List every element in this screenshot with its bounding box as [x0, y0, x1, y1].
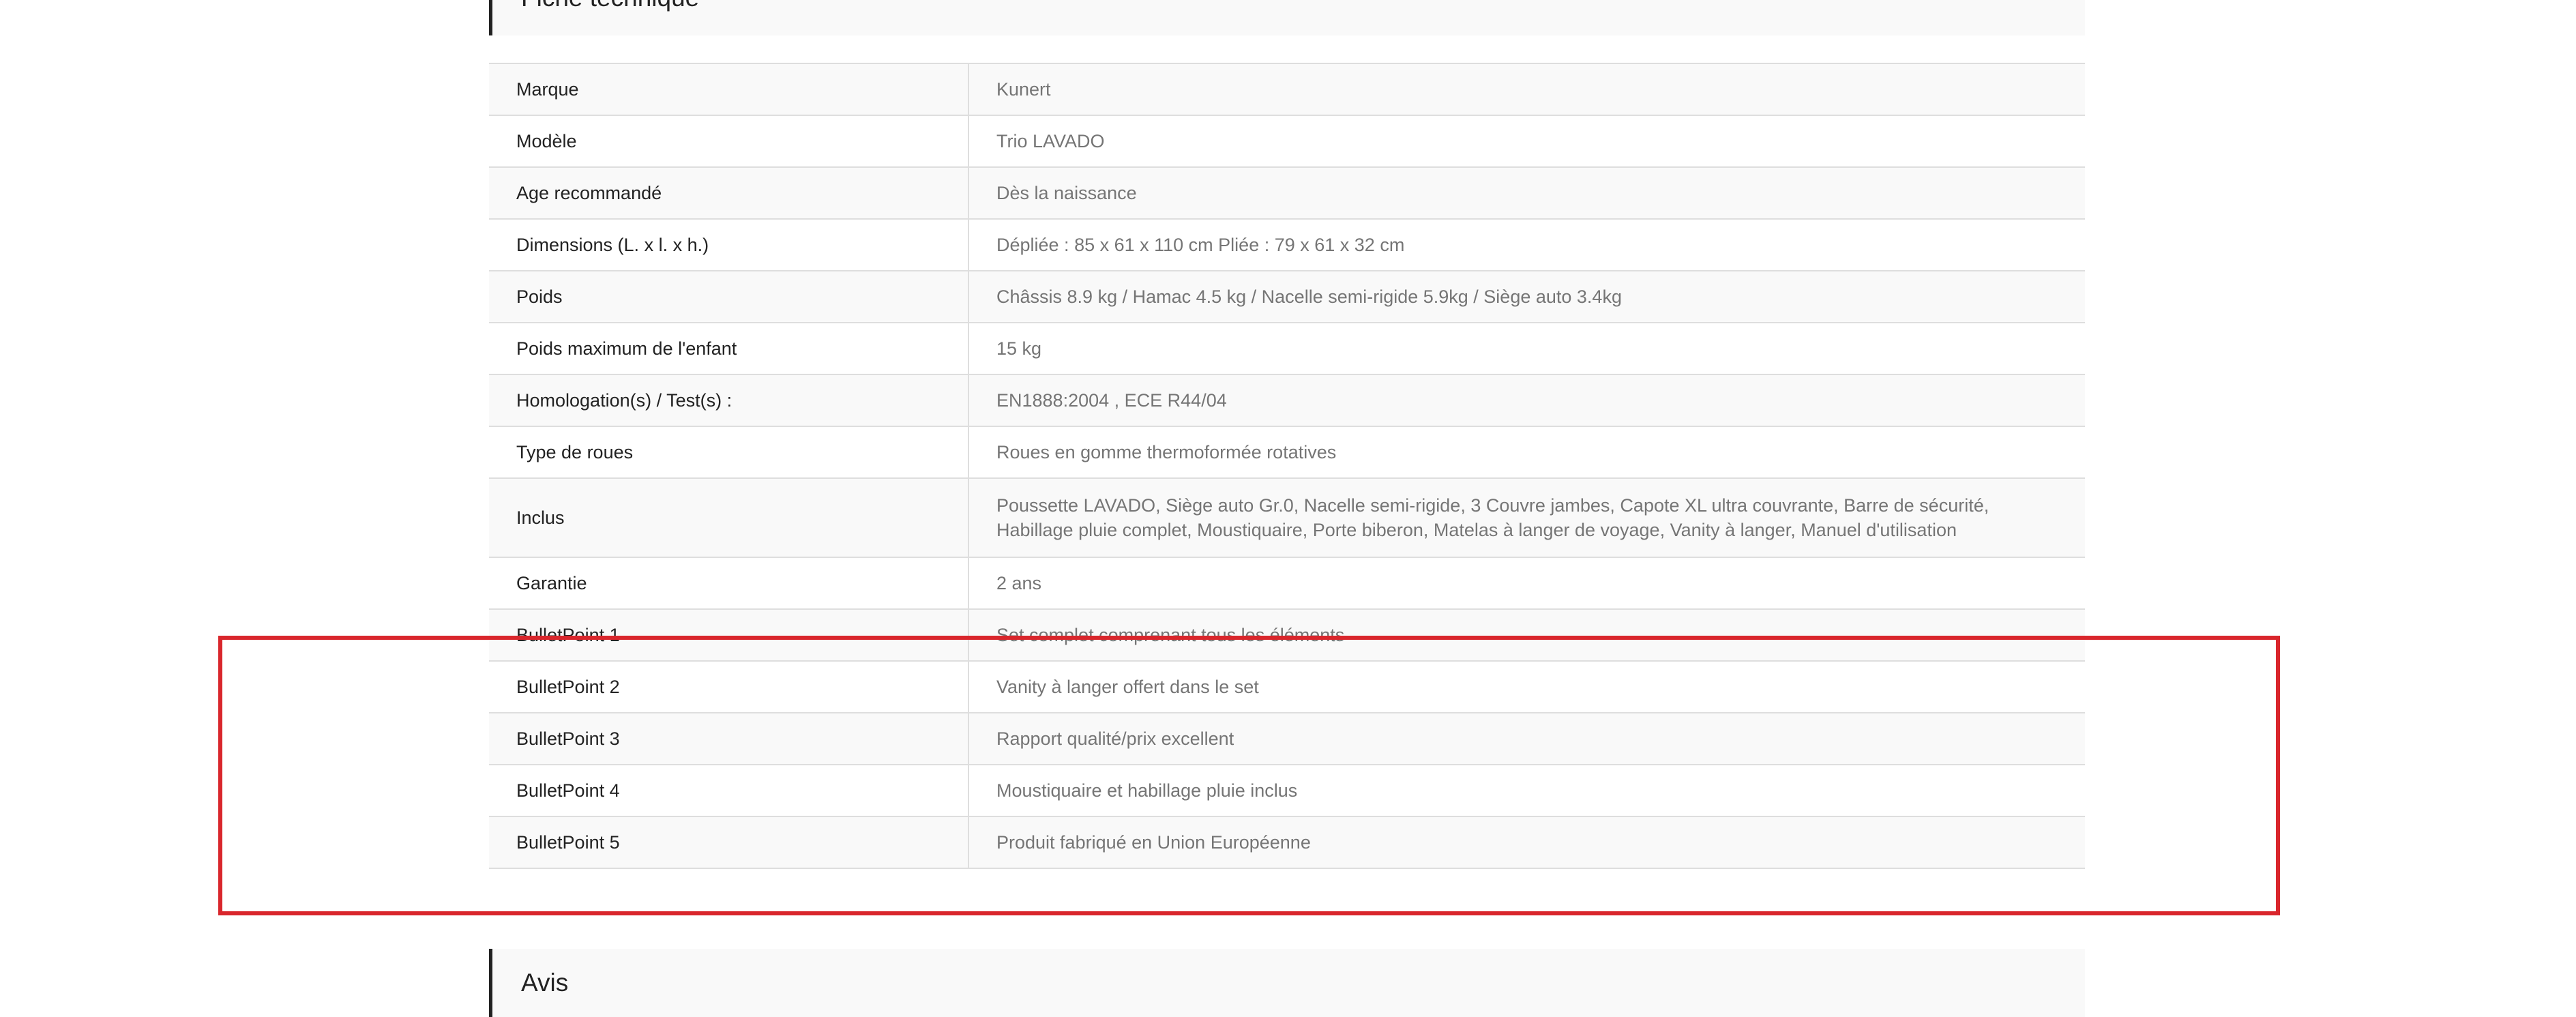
table-row: BulletPoint 1 Set complet comprenant tou…: [489, 609, 2085, 661]
spec-label: Homologation(s) / Test(s) :: [489, 374, 969, 426]
table-row: BulletPoint 5 Produit fabriqué en Union …: [489, 816, 2085, 868]
spec-value: Set complet comprenant tous les éléments: [968, 609, 2085, 661]
spec-label: Modèle: [489, 115, 969, 167]
spec-label: Inclus: [489, 478, 969, 557]
table-row: Modèle Trio LAVADO: [489, 115, 2085, 167]
spec-value: EN1888:2004 , ECE R44/04: [968, 374, 2085, 426]
spec-label: Garantie: [489, 557, 969, 609]
spec-value: Châssis 8.9 kg / Hamac 4.5 kg / Nacelle …: [968, 271, 2085, 323]
table-row: Age recommandé Dès la naissance: [489, 167, 2085, 219]
product-spec-page: Fiche technique Marque Kunert Modèle Tri…: [0, 0, 2576, 1017]
table-row: Inclus Poussette LAVADO, Siège auto Gr.0…: [489, 478, 2085, 557]
section-title: Fiche technique: [521, 0, 699, 12]
table-row: Poids maximum de l'enfant 15 kg: [489, 323, 2085, 374]
spec-label: BulletPoint 1: [489, 609, 969, 661]
table-row: Dimensions (L. x l. x h.) Dépliée : 85 x…: [489, 219, 2085, 271]
spec-value: Moustiquaire et habillage pluie inclus: [968, 765, 2085, 816]
spec-value: Vanity à langer offert dans le set: [968, 661, 2085, 713]
table-row: BulletPoint 2 Vanity à langer offert dan…: [489, 661, 2085, 713]
spec-label: BulletPoint 2: [489, 661, 969, 713]
spec-value: 2 ans: [968, 557, 2085, 609]
spec-label: Dimensions (L. x l. x h.): [489, 219, 969, 271]
spec-label: Poids: [489, 271, 969, 323]
table-row: Homologation(s) / Test(s) : EN1888:2004 …: [489, 374, 2085, 426]
spec-label: BulletPoint 3: [489, 713, 969, 765]
table-row: Type de roues Roues en gomme thermoformé…: [489, 426, 2085, 478]
table-row: BulletPoint 3 Rapport qualité/prix excel…: [489, 713, 2085, 765]
table-row: Poids Châssis 8.9 kg / Hamac 4.5 kg / Na…: [489, 271, 2085, 323]
spec-label: Age recommandé: [489, 167, 969, 219]
spec-value: Kunert: [968, 63, 2085, 115]
section-header-fiche-technique: Fiche technique: [489, 0, 2085, 35]
section-title: Avis: [521, 969, 569, 997]
spec-value: Poussette LAVADO, Siège auto Gr.0, Nacel…: [968, 478, 2085, 557]
table-row: BulletPoint 4 Moustiquaire et habillage …: [489, 765, 2085, 816]
spec-value: Dès la naissance: [968, 167, 2085, 219]
spec-value: Trio LAVADO: [968, 115, 2085, 167]
section-header-avis[interactable]: Avis: [489, 949, 2085, 1017]
spec-label: BulletPoint 4: [489, 765, 969, 816]
spec-table: Marque Kunert Modèle Trio LAVADO Age rec…: [489, 63, 2085, 869]
spec-label: Type de roues: [489, 426, 969, 478]
spec-value: Produit fabriqué en Union Européenne: [968, 816, 2085, 868]
spec-label: BulletPoint 5: [489, 816, 969, 868]
table-row: Garantie 2 ans: [489, 557, 2085, 609]
spec-value: Roues en gomme thermoformée rotatives: [968, 426, 2085, 478]
spec-value: 15 kg: [968, 323, 2085, 374]
spec-value: Rapport qualité/prix excellent: [968, 713, 2085, 765]
spec-value: Dépliée : 85 x 61 x 110 cm Pliée : 79 x …: [968, 219, 2085, 271]
spec-label: Poids maximum de l'enfant: [489, 323, 969, 374]
spec-label: Marque: [489, 63, 969, 115]
table-row: Marque Kunert: [489, 63, 2085, 115]
